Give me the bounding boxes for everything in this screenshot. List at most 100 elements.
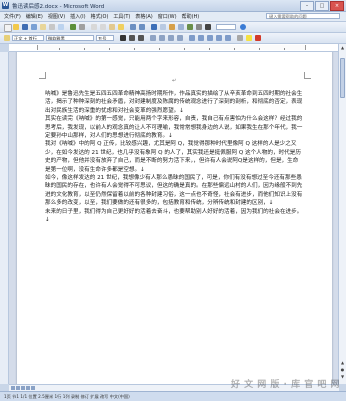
ruler-tick bbox=[159, 48, 160, 50]
previous-page-icon[interactable]: ▲ bbox=[340, 360, 345, 365]
style-select[interactable]: 正文 + 首行 bbox=[12, 35, 44, 41]
increase-indent-icon[interactable] bbox=[225, 35, 231, 41]
open-folder-icon[interactable] bbox=[13, 24, 19, 30]
ruler-tick bbox=[259, 48, 260, 50]
vertical-ruler[interactable] bbox=[0, 52, 9, 384]
line-spacing-icon[interactable] bbox=[189, 35, 195, 41]
bullets-icon[interactable] bbox=[207, 35, 213, 41]
menu-table[interactable]: 表格(A) bbox=[135, 13, 152, 20]
menu-insert[interactable]: 插入(I) bbox=[70, 13, 85, 20]
paste-icon[interactable] bbox=[109, 24, 115, 30]
save-icon[interactable] bbox=[22, 24, 28, 30]
table-icon[interactable] bbox=[160, 24, 166, 30]
formatting-toolbar: 正文 + 首行 微软雅黑 五号 bbox=[0, 33, 346, 44]
menu-view[interactable]: 视图(V) bbox=[48, 13, 65, 20]
email-icon[interactable] bbox=[40, 24, 46, 30]
window-controls: – □ × bbox=[300, 1, 344, 11]
print-view-icon[interactable] bbox=[21, 386, 25, 390]
ruler-tick bbox=[109, 48, 110, 50]
align-right-icon[interactable] bbox=[168, 35, 174, 41]
minimize-button[interactable]: – bbox=[300, 1, 314, 11]
outline-view-icon[interactable] bbox=[26, 386, 30, 390]
hyperlink-icon[interactable] bbox=[151, 24, 157, 30]
crop-mark bbox=[304, 72, 311, 79]
justify-icon[interactable] bbox=[177, 35, 183, 41]
columns-icon[interactable] bbox=[178, 24, 184, 30]
maximize-button[interactable]: □ bbox=[315, 1, 329, 11]
window-title: 鲁迅读后感2.docx - Microsoft Word bbox=[12, 4, 105, 10]
document-page[interactable]: ↵ 呐喊》是鲁迅先生是五四五四革命精神高扬时期所作，作品真实的描绘了从辛亥革命到… bbox=[17, 52, 332, 384]
help-icon[interactable] bbox=[240, 24, 246, 30]
menu-help[interactable]: 帮助(H) bbox=[182, 13, 200, 20]
help-search-input[interactable]: 键入需要帮助的问题 bbox=[266, 13, 340, 19]
normal-view-icon[interactable] bbox=[11, 386, 15, 390]
print-icon[interactable] bbox=[49, 24, 55, 30]
copy-icon[interactable] bbox=[100, 24, 106, 30]
font-size-select[interactable]: 五号 bbox=[96, 35, 114, 41]
ruler-tick bbox=[184, 48, 185, 50]
zoom-select[interactable] bbox=[216, 24, 236, 30]
underline-icon[interactable] bbox=[138, 35, 144, 41]
paragraph[interactable]: 如今，像这样发达的 21 世纪，我想像少有人那么愚昧的国民了，可是，你们有没有想… bbox=[45, 174, 303, 208]
web-view-icon[interactable] bbox=[16, 386, 20, 390]
paragraph-mark: ↵ bbox=[172, 78, 177, 84]
ruler-tick bbox=[209, 48, 210, 50]
close-button[interactable]: × bbox=[330, 1, 344, 11]
align-left-icon[interactable] bbox=[150, 35, 156, 41]
paragraph[interactable]: 未来的日子里，我们得为自己更好好的活着去奋斗，也要帮助别人好好的活着，因为我们的… bbox=[45, 208, 303, 225]
research-icon[interactable] bbox=[79, 24, 85, 30]
title-bar: W 鲁迅读后感2.docx - Microsoft Word – □ × bbox=[0, 0, 346, 12]
decrease-indent-icon[interactable] bbox=[216, 35, 222, 41]
view-buttons bbox=[11, 386, 35, 390]
standard-toolbar bbox=[0, 22, 346, 33]
document-area[interactable]: ↵ 呐喊》是鲁迅先生是五四五四革命精神高扬时期所作，作品真实的描绘了从辛亥革命到… bbox=[9, 52, 339, 384]
ruler-tick bbox=[134, 48, 135, 50]
show-hide-icon[interactable] bbox=[205, 24, 211, 30]
browse-object-icon[interactable]: ● bbox=[340, 367, 345, 372]
reading-view-icon[interactable] bbox=[31, 386, 35, 390]
italic-icon[interactable] bbox=[129, 35, 135, 41]
numbering-icon[interactable] bbox=[198, 35, 204, 41]
drawing-icon[interactable] bbox=[187, 24, 193, 30]
print-preview-icon[interactable] bbox=[58, 24, 64, 30]
excel-icon[interactable] bbox=[169, 24, 175, 30]
next-page-icon[interactable]: ▼ bbox=[340, 374, 345, 379]
ruler-text-area bbox=[37, 45, 306, 50]
bold-icon[interactable] bbox=[120, 35, 126, 41]
crop-mark bbox=[39, 72, 46, 79]
border-icon[interactable] bbox=[237, 35, 243, 41]
watermark: 好 文 网 版 · 库 官 吧 网 bbox=[231, 380, 340, 390]
permission-icon[interactable] bbox=[31, 24, 37, 30]
ruler-tick bbox=[59, 48, 60, 50]
menu-format[interactable]: 格式(O) bbox=[91, 13, 109, 20]
new-document-icon[interactable] bbox=[4, 24, 12, 32]
format-painter-icon[interactable] bbox=[118, 24, 124, 30]
ruler-tick bbox=[284, 48, 285, 50]
menu-window[interactable]: 窗口(W) bbox=[158, 13, 177, 20]
word-app-icon[interactable]: W bbox=[2, 2, 9, 9]
menu-edit[interactable]: 编辑(E) bbox=[26, 13, 43, 20]
font-select[interactable]: 微软雅黑 bbox=[46, 35, 94, 41]
doc-map-icon[interactable] bbox=[196, 24, 202, 30]
ruler-tick bbox=[234, 48, 235, 50]
ruler-tick bbox=[84, 48, 85, 50]
menu-file[interactable]: 文件(F) bbox=[4, 13, 21, 20]
cut-icon[interactable] bbox=[91, 24, 97, 30]
undo-icon[interactable] bbox=[130, 24, 136, 30]
paragraph[interactable]: 其实在读完《呐喊》的第一感觉，只能用两个字来形容，自责，我自己有点害怕为什么会这… bbox=[45, 115, 303, 140]
document-body[interactable]: 呐喊》是鲁迅先生是五四五四革命精神高扬时期所作，作品真实的描绘了从辛亥革命到五四… bbox=[45, 90, 303, 225]
status-text: 1页 节1 1/1 位置 2.5厘米 1行 1列 录制 修订 扩展 改写 中文(… bbox=[4, 394, 130, 399]
font-color-icon[interactable] bbox=[255, 35, 261, 41]
highlight-icon[interactable] bbox=[246, 35, 252, 41]
scroll-up-icon[interactable]: ▲ bbox=[340, 45, 345, 50]
align-center-icon[interactable] bbox=[159, 35, 165, 41]
redo-icon[interactable] bbox=[139, 24, 145, 30]
styles-pane-icon[interactable] bbox=[4, 35, 10, 41]
paragraph[interactable]: 我对《呐喊》中的阿 Q 正传，比较感兴趣，尤其是阿 Q，我觉得那种时代里像阿 Q… bbox=[45, 140, 303, 174]
spelling-icon[interactable] bbox=[70, 24, 76, 30]
scroll-thumb[interactable] bbox=[340, 58, 345, 98]
vertical-scrollbar[interactable]: ▲ ▲ ● ▼ bbox=[338, 44, 346, 384]
horizontal-ruler[interactable] bbox=[9, 44, 338, 52]
paragraph[interactable]: 呐喊》是鲁迅先生是五四五四革命精神高扬时期所作，作品真实的描绘了从辛亥革命到五四… bbox=[45, 90, 303, 115]
menu-tools[interactable]: 工具(T) bbox=[113, 13, 130, 20]
